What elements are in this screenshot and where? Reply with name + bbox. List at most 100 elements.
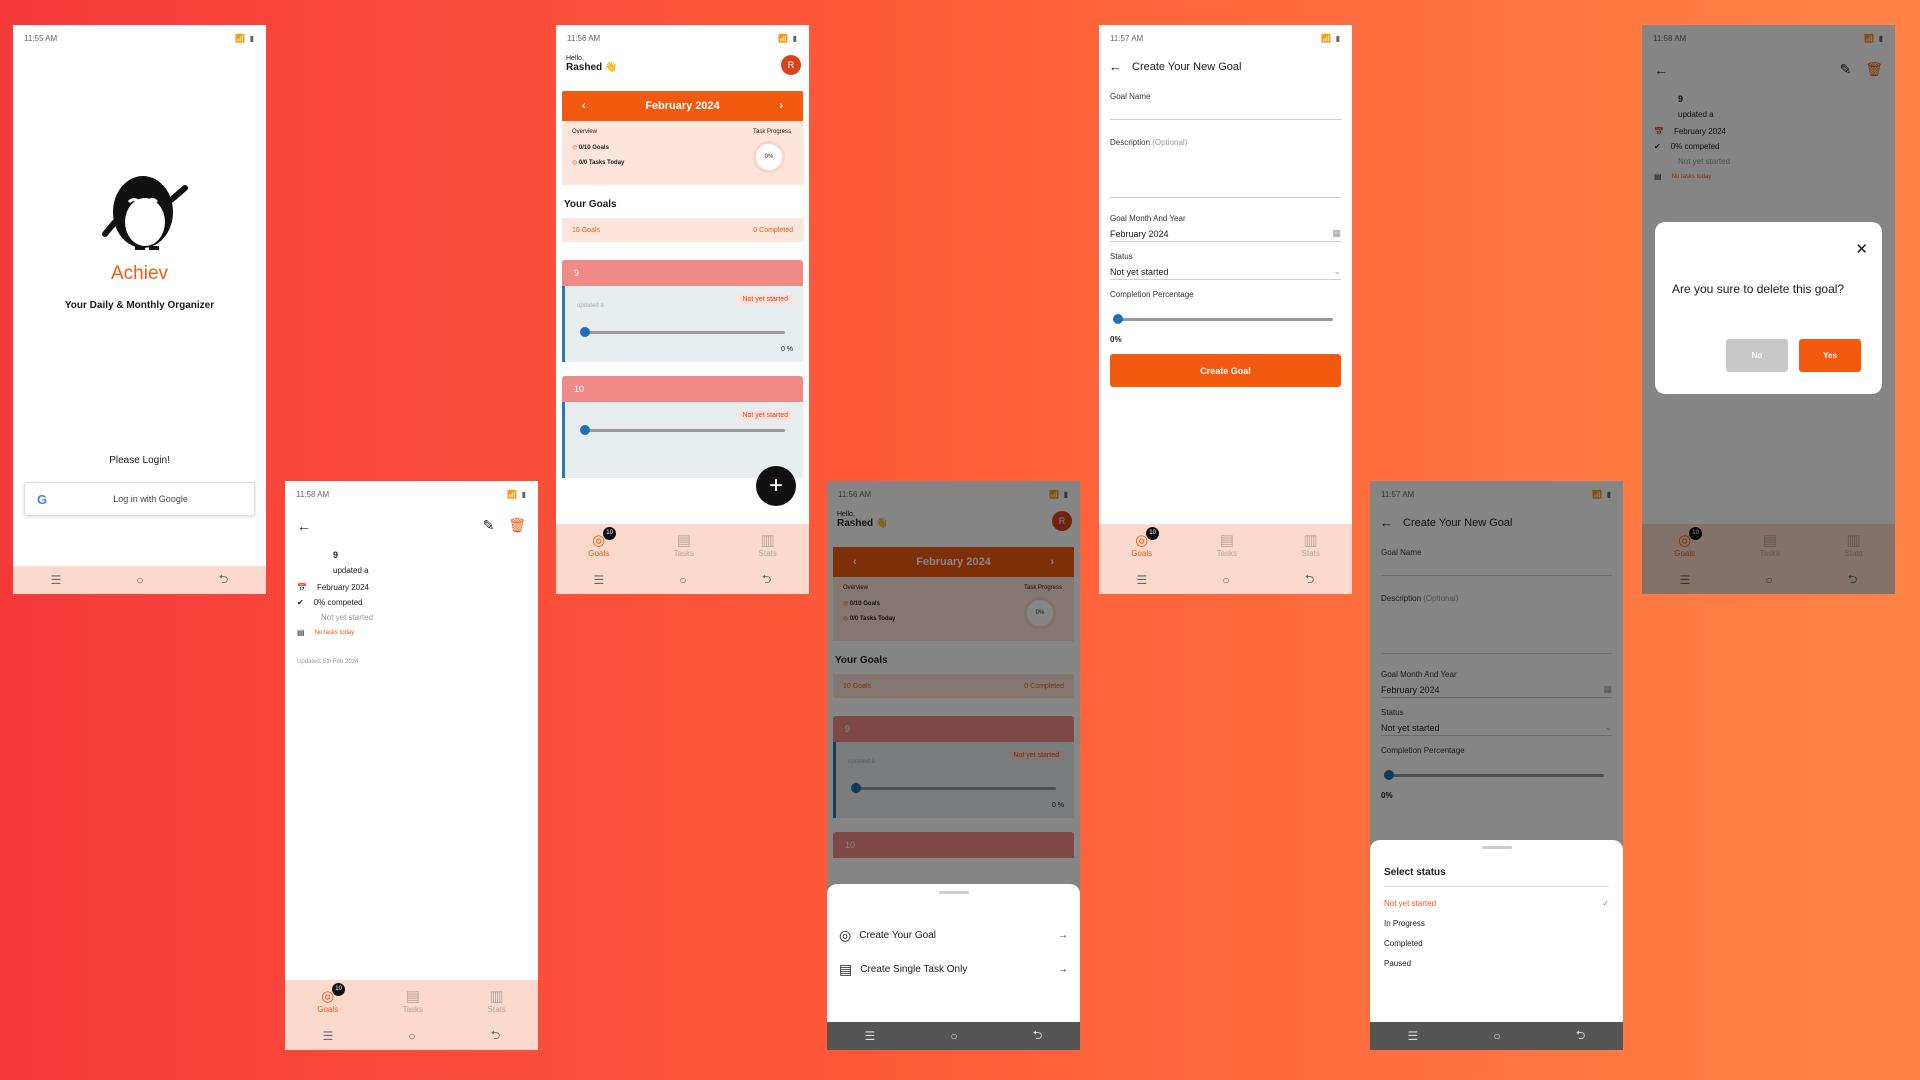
back-nav-icon[interactable]: ⮌ — [1305, 570, 1315, 591]
task-list-icon: ▤ — [839, 960, 853, 977]
tab-tasks[interactable]: ▤ Tasks — [402, 988, 424, 1014]
detail-month-row: 📅 February 2024 — [297, 583, 526, 592]
tasks-icon: ▤ — [676, 531, 691, 549]
your-goals-heading: Your Goals — [564, 199, 617, 210]
tab-goals[interactable]: ◎ 10 Goals — [317, 982, 346, 1014]
delete-trash-icon[interactable]: 🗑 — [508, 517, 526, 533]
menu-nav-icon[interactable]: ☰ — [323, 1029, 334, 1043]
avatar[interactable]: R — [781, 55, 801, 75]
tab-stats[interactable]: ▥ Stats — [758, 531, 777, 558]
detail-progress-row: ✔ 0% competed — [297, 598, 526, 607]
no-button[interactable]: No — [1726, 339, 1788, 372]
menu-nav-icon[interactable]: ☰ — [1408, 1029, 1419, 1043]
goal-progress-slider[interactable] — [577, 326, 793, 338]
form-title: Create Your New Goal — [1132, 60, 1242, 73]
status-dropdown[interactable]: Not yet started ⌄ — [1110, 261, 1341, 280]
back-nav-icon[interactable]: ⮌ — [762, 570, 772, 591]
sheet-handle[interactable] — [1481, 846, 1512, 849]
tab-tasks-label: Tasks — [402, 1004, 424, 1014]
detail-toolbar: ← ✎ 🗑 — [285, 507, 538, 544]
goal-card[interactable]: 9 updated a Not yet started 0 % — [562, 260, 803, 362]
calendar-icon[interactable]: ▦ — [1332, 228, 1341, 239]
menu-nav-icon[interactable]: ☰ — [865, 1029, 876, 1043]
tab-tasks[interactable]: ▤ Tasks — [1217, 532, 1237, 558]
description-input[interactable] — [1110, 147, 1341, 198]
next-month-icon[interactable]: › — [779, 100, 783, 112]
status-option[interactable]: Paused — [1384, 959, 1609, 979]
status-bar: 11:56 AM 📶 ▮ — [556, 25, 809, 51]
chevron-down-icon: ⌄ — [1333, 266, 1341, 276]
detail-updated: Updated: 5th Feb 2024 — [297, 659, 359, 665]
stats-icon: ▥ — [760, 531, 775, 549]
create-goal-option[interactable]: ◎ Create Your Goal → — [839, 918, 1068, 952]
create-goal-screen: 11:57 AM 📶 ▮ ← Create Your New Goal Goal… — [1099, 25, 1352, 594]
tab-stats-label: Stats — [758, 548, 777, 558]
status-option[interactable]: In Progress — [1384, 919, 1609, 939]
google-login-button[interactable]: G Log in with Google — [24, 482, 255, 516]
user-name: Rashed — [566, 62, 603, 73]
home-nav-icon[interactable]: ○ — [136, 573, 143, 587]
progress-ring-value: 0% — [764, 154, 774, 160]
create-sheet-screen: 11:56 AM 📶 ▮ Hello, Rashed 👋 R ‹ Februar… — [827, 481, 1080, 1050]
app-tagline: Your Daily & Monthly Organizer — [64, 300, 215, 311]
status-option[interactable]: Completed — [1384, 939, 1609, 959]
login-prompt: Please Login! — [109, 455, 170, 466]
yes-button[interactable]: Yes — [1799, 339, 1861, 372]
menu-nav-icon[interactable]: ☰ — [594, 573, 605, 587]
tab-tasks[interactable]: ▤ Tasks — [673, 531, 695, 558]
back-arrow-icon[interactable]: ← — [297, 518, 311, 534]
goal-description: updated a — [333, 566, 369, 575]
home-nav-icon[interactable]: ○ — [1222, 573, 1229, 587]
status-sheet-title: Select status — [1384, 867, 1609, 887]
wave-icon: 👋 — [604, 62, 618, 73]
back-nav-icon[interactable]: ⮌ — [219, 570, 229, 591]
status-icons: 📶 ▮ — [778, 33, 798, 43]
tab-goals[interactable]: ◎ 10 Goals — [1131, 526, 1160, 558]
add-goal-fab[interactable]: + — [756, 466, 796, 506]
google-button-label: Log in with Google — [113, 494, 188, 504]
stats-icon: ▥ — [489, 987, 504, 1005]
home-nav-icon[interactable]: ○ — [679, 573, 686, 587]
tab-stats[interactable]: ▥ Stats — [488, 987, 506, 1014]
goal-progress-slider[interactable] — [577, 424, 793, 436]
close-icon[interactable]: ✕ — [1855, 240, 1868, 258]
stats-icon: ▥ — [1303, 531, 1318, 549]
home-nav-icon[interactable]: ○ — [950, 1029, 957, 1043]
system-nav-bar: ☰ ○ ⮌ — [1370, 1022, 1623, 1050]
completion-slider[interactable] — [1110, 313, 1341, 325]
back-nav-icon[interactable]: ⮌ — [1033, 1026, 1043, 1047]
hello-label: Hello, — [566, 55, 584, 62]
menu-nav-icon[interactable]: ☰ — [1137, 573, 1148, 587]
tab-stats[interactable]: ▥ Stats — [1301, 531, 1320, 558]
status-option-selected[interactable]: Not yet started ✓ — [1384, 899, 1609, 919]
back-arrow-icon[interactable]: ← — [1109, 59, 1122, 74]
tab-goals[interactable]: ◎ 10 Goals — [588, 526, 617, 558]
back-nav-icon[interactable]: ⮌ — [491, 1026, 501, 1047]
tasks-stat: ◎ 0/0 Tasks Today — [572, 160, 625, 166]
status-bar: 11:57 AM 📶 ▮ — [1099, 25, 1352, 51]
sheet-handle[interactable] — [938, 891, 969, 894]
home-nav-icon[interactable]: ○ — [408, 1029, 415, 1043]
goal-name-input[interactable] — [1110, 101, 1341, 120]
overview-card: Overview Task Progress ◎ 0/10 Goals ◎ 0/… — [562, 121, 803, 185]
edit-pencil-icon[interactable]: ✎ — [483, 517, 495, 533]
delete-dialog-screen: 11:58 AM 📶 ▮ ← ✎ 🗑 9 updated a 📅 February… — [1642, 25, 1895, 594]
menu-nav-icon[interactable]: ☰ — [51, 573, 62, 587]
prev-month-icon[interactable]: ‹ — [582, 100, 586, 112]
create-task-option[interactable]: ▤ Create Single Task Only → — [839, 952, 1068, 986]
tab-stats-label: Stats — [1301, 548, 1320, 558]
delete-question: Are you sure to delete this goal? — [1672, 282, 1845, 296]
status-label: Status — [1110, 252, 1133, 261]
goals-summary: 10 Goals 0 Completed — [562, 218, 803, 242]
home-nav-icon[interactable]: ○ — [1493, 1029, 1500, 1043]
tab-tasks-label: Tasks — [673, 548, 695, 558]
goals-badge: 10 — [1146, 526, 1160, 540]
goals-badge: 10 — [332, 982, 346, 996]
goal-card[interactable]: 10 Not yet started — [562, 376, 803, 478]
status-time: 11:58 AM — [296, 489, 330, 499]
create-goal-button[interactable]: Create Goal — [1110, 354, 1341, 387]
checkmark-icon: ✓ — [1602, 899, 1609, 908]
back-nav-icon[interactable]: ⮌ — [1576, 1026, 1586, 1047]
month-field[interactable]: February 2024 ▦ — [1110, 223, 1341, 242]
arrow-right-icon: → — [1058, 963, 1068, 975]
